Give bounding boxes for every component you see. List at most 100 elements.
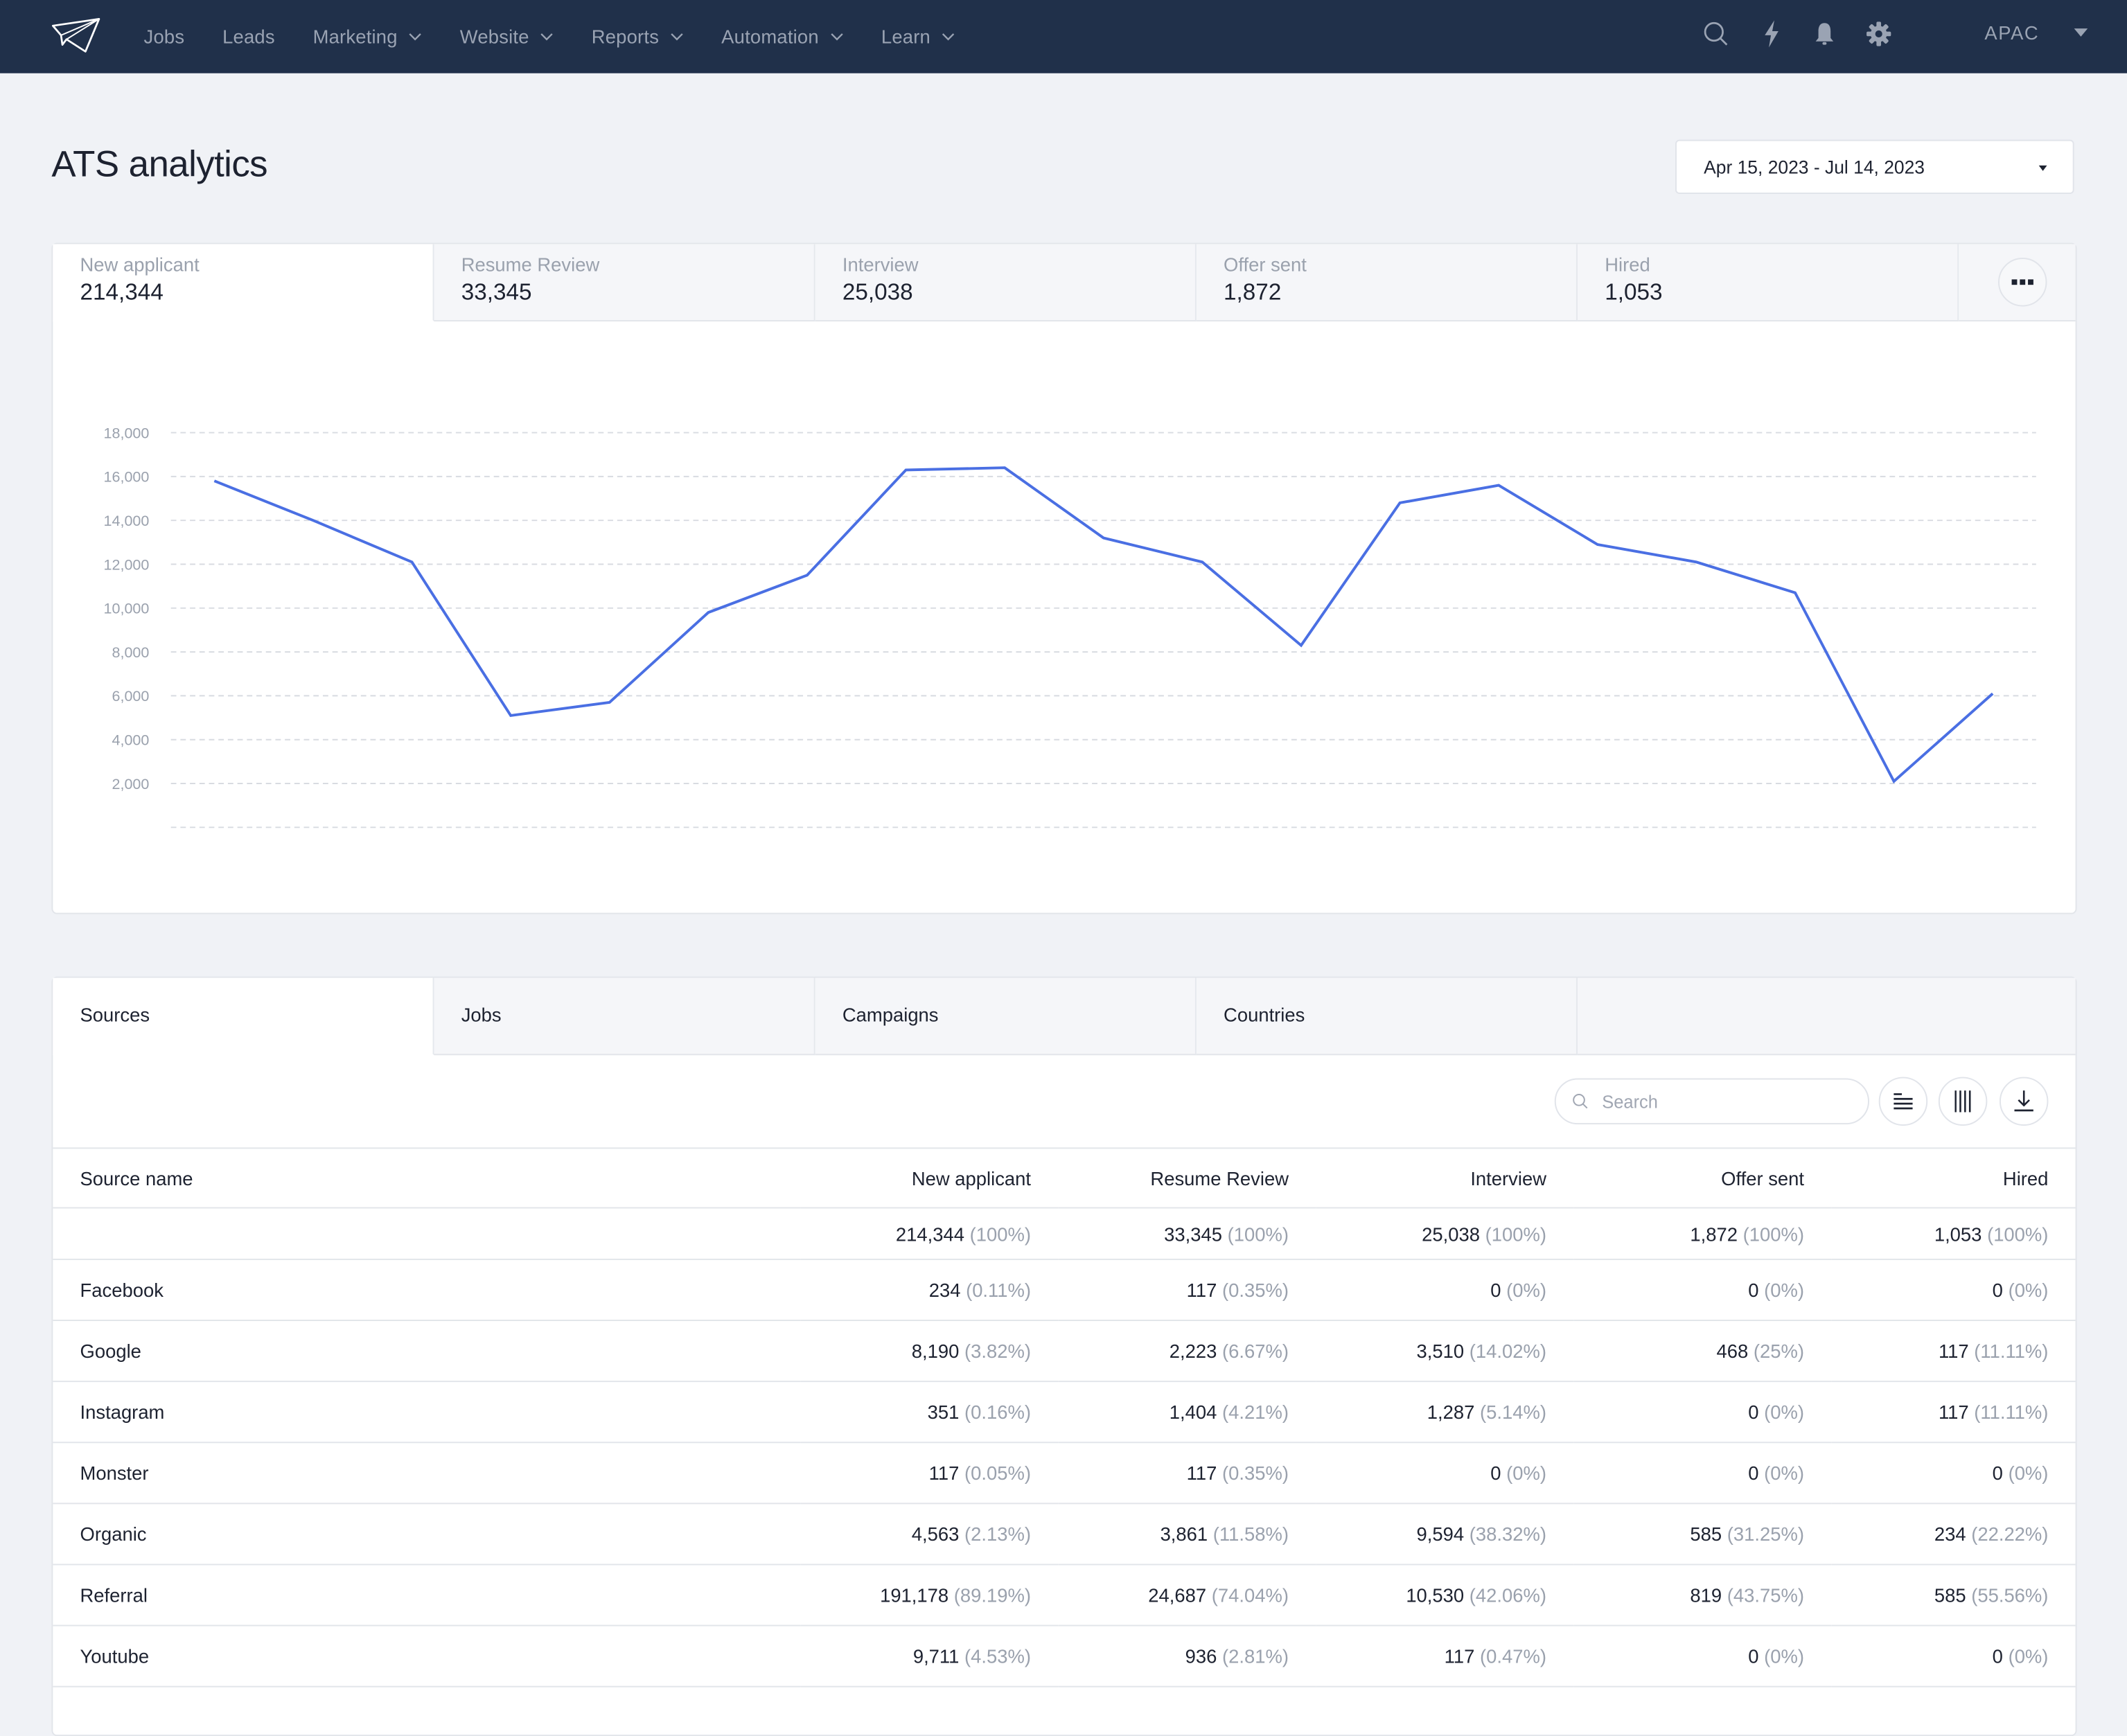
cell-percent: (3.82%) — [964, 1340, 1031, 1361]
nav-item-leads[interactable]: Leads — [222, 26, 275, 47]
cell-percent: (100%) — [1485, 1223, 1546, 1244]
nav-item-reports[interactable]: Reports — [592, 26, 684, 47]
cell-percent: (6.67%) — [1222, 1340, 1289, 1361]
cell-value: 10,530 — [1406, 1584, 1464, 1606]
align-left-icon — [1894, 1093, 1912, 1109]
chevron-down-icon — [829, 33, 843, 41]
cell-value: 3,861 — [1160, 1523, 1208, 1545]
metric-cell: 1,053 (100%) — [1831, 1208, 2075, 1259]
search-icon[interactable] — [1701, 19, 1731, 48]
table-row[interactable]: Referral191,178 (89.19%)24,687 (74.04%)1… — [53, 1564, 2075, 1625]
metric-tab-offer-sent[interactable]: Offer sent 1,872 — [1197, 244, 1578, 321]
nav-item-learn[interactable]: Learn — [881, 26, 955, 47]
align-button[interactable] — [1879, 1077, 1927, 1126]
bell-icon[interactable] — [1810, 19, 1839, 48]
cell-percent: (0%) — [2009, 1645, 2049, 1667]
search-icon — [1572, 1093, 1588, 1109]
source-name-cell: Instagram — [53, 1381, 800, 1442]
cell-value: 0 — [1748, 1279, 1758, 1300]
cell-percent: (22.22%) — [1971, 1523, 2048, 1545]
table-total-row[interactable]: 214,344 (100%)33,345 (100%)25,038 (100%)… — [53, 1208, 2075, 1259]
table-header-row: Source name New applicant Resume Review … — [53, 1149, 2075, 1207]
metric-cell: 2,223 (6.67%) — [1058, 1320, 1316, 1381]
metric-cell: 0 (0%) — [1831, 1626, 2075, 1687]
source-name-cell: Organic — [53, 1503, 800, 1564]
series-line-new-applicant[interactable] — [214, 468, 1993, 781]
metric-cell: 0 (0%) — [1831, 1442, 2075, 1503]
column-header[interactable]: New applicant — [800, 1149, 1058, 1207]
source-name-cell: Facebook — [53, 1259, 800, 1320]
metric-cell: 468 (25%) — [1573, 1320, 1831, 1381]
column-header[interactable]: Offer sent — [1573, 1149, 1831, 1207]
download-button[interactable] — [2000, 1077, 2048, 1126]
cell-percent: (25%) — [1754, 1340, 1804, 1361]
caret-down-icon — [2039, 166, 2047, 171]
column-header[interactable]: Source name — [53, 1149, 800, 1207]
more-dots-icon — [2027, 280, 2033, 285]
cell-percent: (0%) — [1506, 1462, 1546, 1484]
gear-icon[interactable] — [1864, 19, 1894, 48]
metric-cell: 33,345 (100%) — [1058, 1208, 1316, 1259]
metric-tab-interview[interactable]: Interview 25,038 — [815, 244, 1197, 321]
table-body: 214,344 (100%)33,345 (100%)25,038 (100%)… — [53, 1208, 2075, 1687]
metric-tab-new-applicant[interactable]: New applicant 214,344 — [53, 244, 434, 321]
metric-tab-hired[interactable]: Hired 1,053 — [1578, 244, 1959, 321]
nav-item-marketing[interactable]: Marketing — [313, 26, 422, 47]
y-tick-label: 16,000 — [104, 469, 150, 486]
download-icon — [2014, 1090, 2033, 1112]
lightning-icon[interactable] — [1756, 19, 1786, 48]
metric-cell: 0 (0%) — [1573, 1626, 1831, 1687]
paper-plane-logo-icon[interactable] — [48, 14, 103, 57]
table-row[interactable]: Google8,190 (3.82%)2,223 (6.67%)3,510 (1… — [53, 1320, 2075, 1381]
columns-button[interactable] — [1939, 1077, 1987, 1126]
line-chart: 18,00016,00014,00012,00010,0008,0006,000… — [53, 244, 2078, 915]
cell-percent: (55.56%) — [1971, 1584, 2048, 1606]
cell-percent: (0%) — [2009, 1462, 2049, 1484]
table-row[interactable]: Facebook234 (0.11%)117 (0.35%)0 (0%)0 (0… — [53, 1259, 2075, 1320]
more-options-button[interactable] — [1998, 258, 2047, 306]
search-box[interactable] — [1555, 1079, 1869, 1125]
nav-item-label: Website — [460, 26, 529, 47]
tab-sources[interactable]: Sources — [53, 978, 434, 1056]
region-selector[interactable]: APAC — [1984, 21, 2088, 43]
tab-countries[interactable]: Countries — [1197, 978, 1578, 1056]
cell-value: 25,038 — [1422, 1223, 1480, 1244]
column-header[interactable]: Resume Review — [1058, 1149, 1316, 1207]
cell-percent: (0.11%) — [966, 1279, 1031, 1300]
table-row[interactable]: Organic4,563 (2.13%)3,861 (11.58%)9,594 … — [53, 1503, 2075, 1564]
metric-tab-resume-review[interactable]: Resume Review 33,345 — [434, 244, 815, 321]
nav-item-jobs[interactable]: Jobs — [144, 26, 185, 47]
table-row[interactable]: Youtube9,711 (4.53%)936 (2.81%)117 (0.47… — [53, 1626, 2075, 1687]
cell-value: 1,404 — [1170, 1401, 1217, 1423]
table-row[interactable]: Instagram351 (0.16%)1,404 (4.21%)1,287 (… — [53, 1381, 2075, 1442]
tab-campaigns[interactable]: Campaigns — [815, 978, 1197, 1056]
table-row[interactable]: Monster117 (0.05%)117 (0.35%)0 (0%)0 (0%… — [53, 1442, 2075, 1503]
metrics-chart-card: 18,00016,00014,00012,00010,0008,0006,000… — [51, 242, 2076, 914]
breakdown-table-card: Sources Jobs Campaigns Countries — [51, 977, 2076, 1736]
y-tick-label: 12,000 — [104, 556, 150, 573]
source-name-cell: Google — [53, 1320, 800, 1381]
metric-cell: 4,563 (2.13%) — [800, 1503, 1058, 1564]
nav-item-automation[interactable]: Automation — [721, 26, 843, 47]
metric-cell: 0 (0%) — [1573, 1442, 1831, 1503]
cell-value: 936 — [1185, 1645, 1217, 1667]
tab-jobs[interactable]: Jobs — [434, 978, 815, 1056]
cell-percent: (100%) — [1228, 1223, 1289, 1244]
metric-cell: 117 (11.11%) — [1831, 1381, 2075, 1442]
metric-cell: 25,038 (100%) — [1316, 1208, 1573, 1259]
cell-value: 585 — [1934, 1584, 1966, 1606]
metric-cell: 117 (0.05%) — [800, 1442, 1058, 1503]
date-range-picker[interactable]: Apr 15, 2023 - Jul 14, 2023 — [1675, 140, 2074, 194]
nav-item-website[interactable]: Website — [460, 26, 554, 47]
cell-value: 9,711 — [913, 1645, 960, 1667]
search-input[interactable] — [1599, 1090, 1835, 1113]
cell-value: 1,872 — [1690, 1223, 1738, 1244]
cell-percent: (0%) — [1764, 1279, 1804, 1300]
cell-value: 191,178 — [880, 1584, 948, 1606]
cell-value: 234 — [929, 1279, 961, 1300]
column-header[interactable]: Hired — [1831, 1149, 2075, 1207]
cell-value: 117 — [1939, 1401, 1969, 1423]
y-tick-label: 10,000 — [104, 601, 150, 617]
cell-percent: (5.14%) — [1480, 1401, 1546, 1423]
column-header[interactable]: Interview — [1316, 1149, 1573, 1207]
